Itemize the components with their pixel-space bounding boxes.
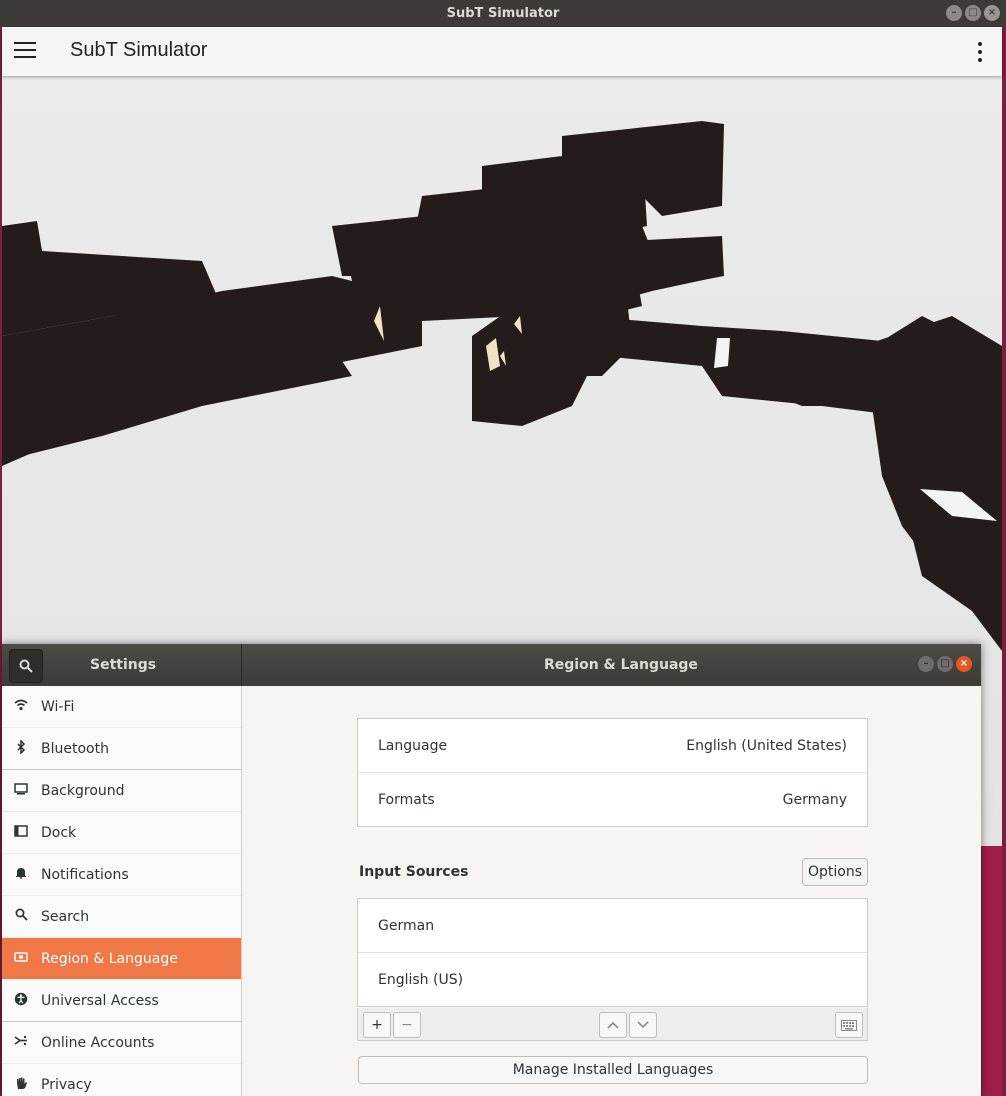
keyboard-icon xyxy=(841,1019,857,1031)
sidebar-item-label: Wi-Fi xyxy=(41,698,75,715)
add-input-source-button[interactable]: + xyxy=(363,1012,391,1038)
language-row[interactable]: Language English (United States) xyxy=(358,719,867,773)
background-icon xyxy=(13,782,29,799)
settings-window-controls: – □ × xyxy=(918,656,972,672)
list-item[interactable]: English (US) xyxy=(358,953,867,1006)
sidebar-item-search[interactable]: Search xyxy=(2,896,241,938)
sidebar-item-label: Region & Language xyxy=(41,950,178,967)
region-language-panel: Language English (United States) Formats… xyxy=(242,686,981,1096)
input-sources-heading: Input Sources xyxy=(359,864,469,880)
simulator-app-title: SubT Simulator xyxy=(70,39,208,61)
desktop-background-strip xyxy=(982,846,1002,1096)
input-sources-list: German English (US) xyxy=(357,898,868,1007)
sidebar-item-label: Notifications xyxy=(41,866,129,883)
sidebar-item-label: Search xyxy=(41,908,90,925)
language-formats-card: Language English (United States) Formats… xyxy=(357,718,868,827)
bell-icon xyxy=(13,866,29,883)
sidebar-item-background[interactable]: Background xyxy=(2,770,241,812)
simulator-window-controls: – □ × xyxy=(946,5,1000,21)
accessibility-icon xyxy=(13,992,29,1010)
sidebar-item-label: Bluetooth xyxy=(41,740,109,757)
close-button[interactable]: × xyxy=(984,5,1000,21)
settings-sidebar: Wi-Fi Bluetooth Background Dock Notifica… xyxy=(2,686,242,1096)
remove-input-source-button[interactable]: − xyxy=(393,1012,421,1038)
move-up-button[interactable] xyxy=(599,1012,627,1038)
sidebar-item-notifications[interactable]: Notifications xyxy=(2,854,241,896)
settings-window: Settings Region & Language – □ × Wi-Fi B… xyxy=(2,644,981,1096)
sidebar-item-dock[interactable]: Dock xyxy=(2,812,241,854)
wifi-icon xyxy=(13,699,29,715)
language-label: Language xyxy=(378,737,448,754)
bluetooth-icon xyxy=(13,738,29,758)
search-icon xyxy=(13,908,29,925)
sidebar-item-label: Background xyxy=(41,782,125,799)
settings-headerbar[interactable]: Settings Region & Language – □ × xyxy=(2,644,981,686)
sidebar-item-wifi[interactable]: Wi-Fi xyxy=(2,686,241,728)
formats-row[interactable]: Formats Germany xyxy=(358,773,867,826)
sidebar-item-label: Privacy xyxy=(41,1076,92,1093)
chevron-up-icon xyxy=(607,1021,619,1029)
minimize-button[interactable]: – xyxy=(946,5,962,21)
settings-minimize-button[interactable]: – xyxy=(918,656,934,672)
language-value: English (United States) xyxy=(686,737,847,754)
hand-icon xyxy=(13,1076,29,1094)
options-button[interactable]: Options xyxy=(802,858,868,886)
header-divider xyxy=(241,644,242,686)
sidebar-item-bluetooth[interactable]: Bluetooth xyxy=(2,728,241,770)
hamburger-menu-icon[interactable] xyxy=(14,42,36,60)
search-icon xyxy=(19,659,33,673)
settings-close-button[interactable]: × xyxy=(956,656,972,672)
sidebar-item-universal-access[interactable]: Universal Access xyxy=(2,980,241,1022)
sidebar-item-label: Online Accounts xyxy=(41,1034,155,1051)
settings-search-button[interactable] xyxy=(9,649,43,683)
sidebar-item-online-accounts[interactable]: Online Accounts xyxy=(2,1022,241,1064)
keyboard-layout-button[interactable] xyxy=(835,1012,863,1038)
settings-maximize-button[interactable]: □ xyxy=(937,656,953,672)
formats-value: Germany xyxy=(782,791,847,808)
dock-icon xyxy=(13,824,29,841)
kebab-menu-icon[interactable] xyxy=(978,42,982,66)
input-source-label: English (US) xyxy=(378,971,464,988)
simulator-app-bar: SubT Simulator xyxy=(2,27,1002,76)
sidebar-item-region-language[interactable]: Region & Language xyxy=(2,938,241,980)
online-accounts-icon xyxy=(13,1034,29,1051)
simulator-titlebar[interactable]: SubT Simulator – □ × xyxy=(0,0,1006,27)
formats-label: Formats xyxy=(378,791,435,808)
move-down-button[interactable] xyxy=(629,1012,657,1038)
simulator-window-title: SubT Simulator xyxy=(446,6,560,21)
chevron-down-icon xyxy=(637,1021,649,1029)
manage-installed-languages-button[interactable]: Manage Installed Languages xyxy=(358,1056,868,1084)
input-sources-toolbar: + − xyxy=(357,1008,868,1041)
list-item[interactable]: German xyxy=(358,899,867,953)
input-source-label: German xyxy=(378,917,435,934)
sidebar-item-privacy[interactable]: Privacy xyxy=(2,1064,241,1096)
sidebar-item-label: Universal Access xyxy=(41,992,159,1009)
settings-page-title: Region & Language xyxy=(544,657,698,673)
maximize-button[interactable]: □ xyxy=(965,5,981,21)
sidebar-item-label: Dock xyxy=(41,824,77,841)
region-icon xyxy=(13,951,29,967)
settings-panel-title: Settings xyxy=(90,657,157,673)
